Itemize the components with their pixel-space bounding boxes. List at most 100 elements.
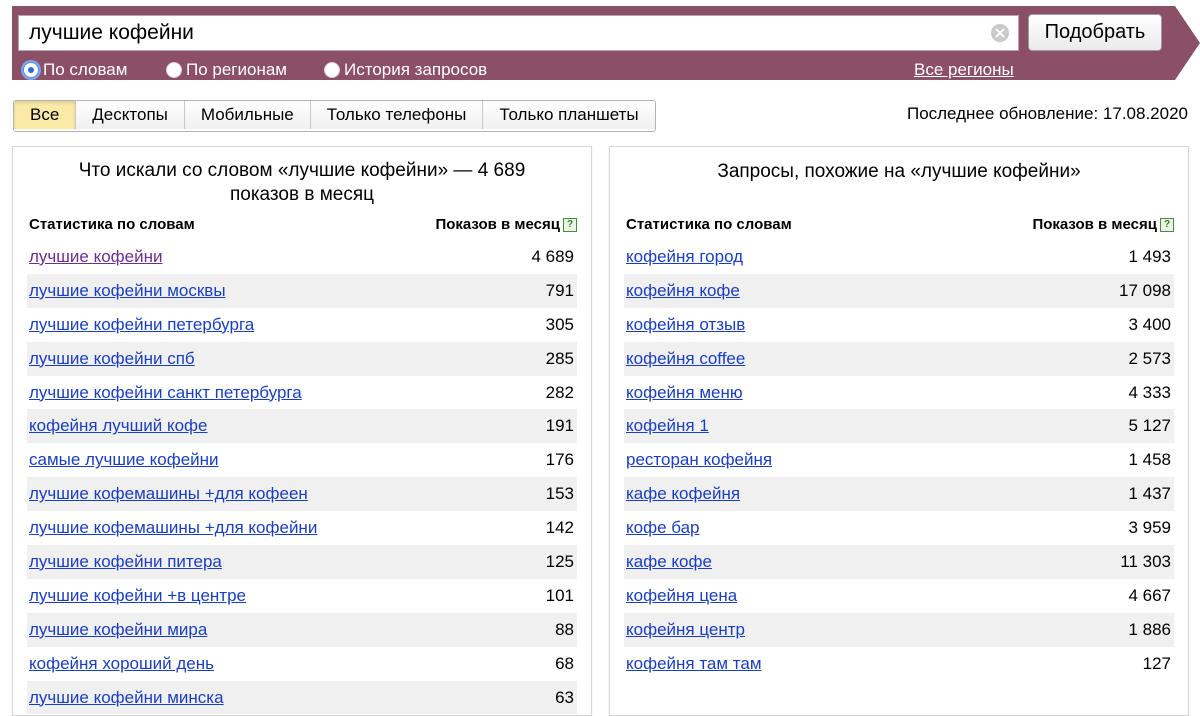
phrase-link[interactable]: лучшие кофейни минска [29,688,224,708]
table-row: лучшие кофемашины +для кофеен 153 [27,477,577,512]
phrase-link[interactable]: кофейня кофе [626,281,740,301]
phrase-list: кофейня город 1 493 кофейня кофе 17 098 кофе… [624,240,1174,681]
column-count-header: Показов в месяц ? [435,216,577,233]
tab-phones-only[interactable]: Только телефоны [309,101,483,129]
table-row: кофейня coffee 2 573 [624,341,1174,376]
table-row: самые лучшие кофейни 176 [27,443,577,477]
table-row: кофейня 1 5 127 [624,409,1174,444]
table-row: кофейня центр 1 886 [624,612,1174,647]
phrase-link[interactable]: лучшие кофейни санкт петербурга [29,383,302,403]
impressions-count: 791 [545,280,574,300]
table-row: ресторан кофейня 1 458 [624,443,1174,477]
table-row: кофейня хороший день 68 [27,647,577,681]
phrase-link[interactable]: кофейня центр [626,620,745,640]
phrase-link[interactable]: кофейня лучший кофе [29,416,208,436]
impressions-count: 153 [545,484,574,504]
radio-unchecked-icon[interactable] [324,62,340,78]
impressions-count: 11 303 [1120,551,1171,571]
impressions-count: 285 [545,348,574,368]
table-row: лучшие кофейни петербурга 305 [27,308,577,342]
phrase-link[interactable]: кафе кофейня [626,484,740,504]
radio-unchecked-icon[interactable] [166,62,182,78]
submit-button[interactable]: Подобрать [1028,14,1162,51]
impressions-count: 4 667 [1128,585,1171,605]
column-header: Статистика по словам Показов в месяц ? [626,216,1174,236]
phrase-link[interactable]: кофейня отзыв [626,315,745,335]
phrase-link[interactable]: лучшие кофейни питера [29,552,222,572]
phrase-link[interactable]: самые лучшие кофейни [29,450,219,470]
phrase-link[interactable]: кофейня 1 [626,416,709,436]
search-header: лучшие кофейни Подобрать По словам По ре… [12,6,1200,80]
phrase-link[interactable]: ресторан кофейня [626,450,772,470]
panel-title-line: Что искали со словом «лучшие кофейни» — … [78,160,526,181]
impressions-count: 1 886 [1128,619,1171,639]
phrase-link[interactable]: лучшие кофейни +в центре [29,586,246,606]
table-row: кофейня город 1 493 [624,240,1174,274]
last-update-text: Последнее обновление: 17.08.2020 [906,104,1188,123]
phrase-link[interactable]: кофейня цена [626,586,737,606]
table-row: лучшие кофейни санкт петербурга 282 [27,376,577,410]
phrase-link[interactable]: лучшие кофейни петербурга [29,315,254,335]
radio-query-history[interactable]: История запросов [324,60,487,80]
phrase-link[interactable]: лучшие кофемашины +для кофеен [29,484,308,504]
column-count-label: Показов в месяц [1032,216,1157,233]
tab-tablets-only[interactable]: Только планшеты [482,101,655,129]
column-count-label: Показов в месяц [435,216,560,233]
similar-queries-panel: Запросы, похожие на «лучшие кофейни» Ста… [609,146,1189,716]
phrase-link[interactable]: кофейня coffee [626,349,745,369]
words-stats-panel: Что искали со словом «лучшие кофейни» — … [12,146,592,716]
impressions-count: 4 333 [1128,382,1171,402]
tab-mobile[interactable]: Мобильные [183,101,310,129]
phrase-link[interactable]: кофейня хороший день [29,654,214,674]
impressions-count: 1 437 [1128,484,1171,504]
phrase-link[interactable]: кофейня город [626,247,743,267]
phrase-link[interactable]: лучшие кофейни [29,247,163,267]
table-row: кафе кофейня 1 437 [624,477,1174,512]
radio-label: По регионам [186,60,287,79]
phrase-link[interactable]: кафе кофе [626,552,712,572]
table-row: лучшие кофейни минска 63 [27,680,577,715]
all-regions-link[interactable]: Все регионы [914,60,1014,80]
table-row: кофейня там там 127 [624,647,1174,681]
phrase-link[interactable]: лучшие кофейни мира [29,620,207,640]
table-row: кофейня отзыв 3 400 [624,308,1174,342]
table-row: лучшие кофейни москвы 791 [27,273,577,308]
help-icon[interactable]: ? [563,217,577,232]
column-header: Статистика по словам Показов в месяц ? [29,216,577,236]
device-tabs: Все Десктопы Мобильные Только телефоны Т… [13,100,656,132]
impressions-count: 3 400 [1128,314,1171,334]
phrase-list: лучшие кофейни 4 689 лучшие кофейни москвы… [27,240,577,715]
impressions-count: 1 493 [1128,246,1171,266]
impressions-count: 305 [545,314,574,334]
radio-by-words[interactable]: По словам [23,60,127,80]
radio-label: История запросов [344,60,488,79]
help-icon[interactable]: ? [1160,217,1174,232]
search-query-text[interactable]: лучшие кофейни [29,21,194,45]
phrase-link[interactable]: лучшие кофейни спб [29,349,195,369]
radio-checked-icon[interactable] [23,62,39,78]
table-row: лучшие кофейни 4 689 [27,240,577,274]
radio-by-regions[interactable]: По регионам [166,60,287,80]
tab-all[interactable]: Все [14,101,76,129]
table-row: кофейня меню 4 333 [624,376,1174,410]
search-input[interactable]: лучшие кофейни [18,15,1019,51]
table-row: кофейня лучший кофе 191 [27,409,577,444]
column-count-header: Показов в месяц ? [1032,216,1174,233]
tab-desktops[interactable]: Десктопы [75,101,184,129]
impressions-count: 125 [545,551,574,571]
panel-title: Что искали со словом «лучшие кофейни» — … [13,159,591,207]
phrase-link[interactable]: кофейня меню [626,383,743,403]
impressions-count: 5 127 [1128,416,1171,436]
impressions-count: 127 [1142,653,1171,673]
radio-label: По словам [43,60,128,79]
impressions-count: 101 [545,585,574,605]
panel-title: Запросы, похожие на «лучшие кофейни» [610,160,1188,184]
phrase-link[interactable]: лучшие кофемашины +для кофейни [29,518,317,538]
phrase-link[interactable]: кофе бар [626,518,700,538]
clear-icon[interactable] [991,24,1009,42]
phrase-link[interactable]: лучшие кофейни москвы [29,281,226,301]
phrase-link[interactable]: кофейня там там [626,654,762,674]
table-row: лучшие кофемашины +для кофейни 142 [27,511,577,545]
table-row: кофе бар 3 959 [624,511,1174,545]
impressions-count: 4 689 [531,246,574,266]
